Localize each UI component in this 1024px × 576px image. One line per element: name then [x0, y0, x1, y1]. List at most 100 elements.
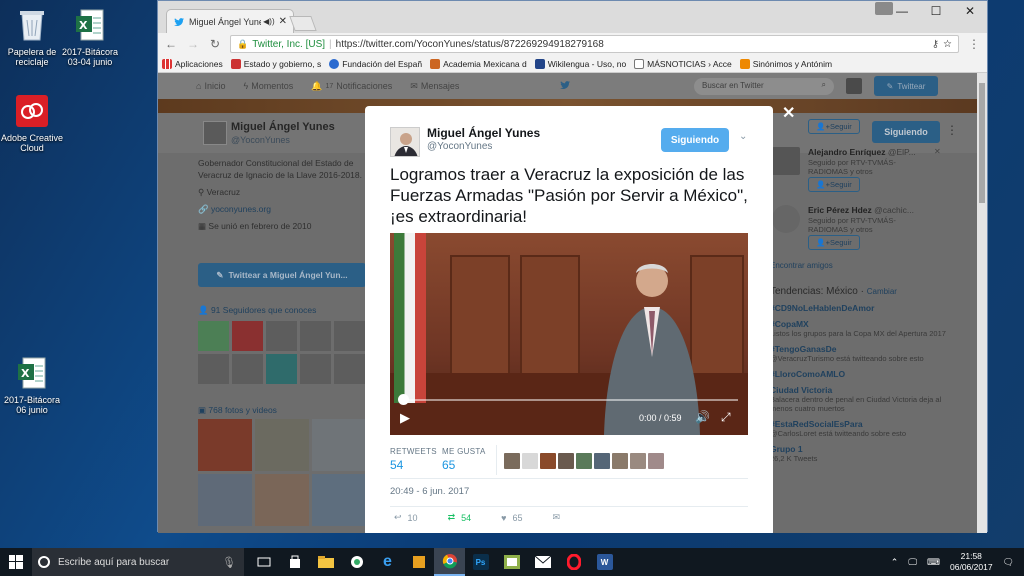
followers-you-know[interactable]: 👤 91 Seguidores que conoces	[198, 305, 316, 316]
follower-avatar[interactable]	[266, 354, 297, 384]
tweet-author-name[interactable]: Miguel Ángel Yunes	[427, 126, 540, 140]
profile-following-button[interactable]: Siguiendo	[872, 121, 940, 143]
follower-avatar[interactable]	[232, 354, 263, 384]
website-link[interactable]: yoconyunes.org	[211, 204, 271, 214]
mail-icon[interactable]	[527, 548, 558, 576]
suggestion-name[interactable]: Eric Pérez Hdez @cachic...	[808, 205, 914, 215]
desktop-icon-recycle-bin[interactable]: Papelera de reciclaje	[0, 6, 64, 67]
suggest-follow-button[interactable]: 👤+ Seguir	[808, 119, 860, 134]
twitter-logo-icon[interactable]	[558, 79, 572, 91]
file-explorer-icon[interactable]	[310, 548, 341, 576]
avatar[interactable]	[504, 453, 520, 469]
avatar[interactable]	[522, 453, 538, 469]
account-avatar[interactable]	[846, 78, 862, 94]
avatar[interactable]	[390, 127, 420, 157]
avatar[interactable]	[772, 205, 800, 233]
bookmark-item[interactable]: Wikilengua - Uso, no	[534, 58, 626, 69]
media-player-icon[interactable]	[403, 548, 434, 576]
maximize-icon[interactable]: ☐	[919, 1, 953, 21]
video-player[interactable]: ▶ 0:00 / 0:59 🔊 ⤢	[390, 233, 748, 435]
chevron-up-icon[interactable]: ⌃	[891, 557, 899, 568]
taskbar-search-input[interactable]: Escribe aquí para buscar 🎙	[32, 548, 244, 576]
address-bar[interactable]: 🔒 Twitter, Inc. [US] | https://twitter.c…	[230, 35, 959, 53]
media-thumbnail[interactable]	[198, 474, 252, 526]
store-icon[interactable]	[279, 548, 310, 576]
follower-avatar[interactable]	[300, 321, 331, 351]
bookmark-item[interactable]: MÁSNOTICIAS › Acce	[634, 58, 732, 69]
avatar[interactable]	[558, 453, 574, 469]
back-icon[interactable]: ←	[164, 37, 178, 51]
opera-icon[interactable]	[558, 548, 589, 576]
follower-avatar[interactable]	[334, 321, 365, 351]
task-view-icon[interactable]	[248, 548, 279, 576]
bookmark-item[interactable]: Estado y gobierno, s	[230, 58, 321, 69]
close-tab-icon[interactable]: ✕	[279, 16, 287, 27]
profile-handle[interactable]: @YoconYunes	[231, 135, 290, 145]
media-thumbnail[interactable]	[198, 419, 252, 471]
avatar[interactable]	[648, 453, 664, 469]
following-button[interactable]: Siguiendo	[661, 128, 729, 152]
follower-avatar[interactable]	[198, 354, 229, 384]
follower-avatar[interactable]	[232, 321, 263, 351]
minimize-icon[interactable]: —	[885, 1, 919, 21]
follower-avatar[interactable]	[300, 354, 331, 384]
notifications-icon[interactable]: 🗨	[1003, 557, 1014, 568]
close-window-icon[interactable]: ✕	[953, 1, 987, 21]
profile-website[interactable]: 🔗 yoconyunes.org	[198, 203, 368, 215]
twitter-search-input[interactable]: Buscar en Twitter ⌕	[694, 78, 834, 95]
new-tab-button[interactable]	[289, 16, 317, 31]
follower-avatar[interactable]	[334, 354, 365, 384]
media-thumbnail[interactable]	[312, 419, 366, 471]
key-icon[interactable]: ⚷	[932, 39, 939, 50]
follower-avatar[interactable]	[198, 321, 229, 351]
suggestion-name[interactable]: Alejandro Enríquez @ElP...	[808, 147, 916, 157]
more-options-icon[interactable]: ⋮	[946, 123, 958, 137]
direct-message-button[interactable]: ✉	[552, 512, 560, 523]
trend-item[interactable]: #CD9NoLeHablenDeAmor	[770, 303, 950, 313]
bookmark-star-icon[interactable]: ☆	[943, 39, 952, 50]
forward-icon[interactable]: →	[186, 37, 200, 51]
avatar[interactable]	[576, 453, 592, 469]
windows-start-icon[interactable]	[0, 548, 32, 576]
trends-change-link[interactable]: Cambiar	[867, 287, 897, 296]
desktop-icon-bitacora-03-04[interactable]: X 2017-Bitácora 03-04 junio	[58, 6, 122, 67]
nav-messages[interactable]: ✉ Mensajes	[410, 81, 459, 92]
retweet-button[interactable]: ⇄ 54	[448, 512, 472, 523]
nav-home[interactable]: ⌂ Inicio	[196, 81, 225, 91]
browser-tab[interactable]: Miguel Ángel Yunes e ◀)) ✕	[166, 9, 294, 33]
tweet-author-handle[interactable]: @YoconYunes	[427, 141, 492, 152]
browser-app-icon[interactable]	[341, 548, 372, 576]
video-progress-bar[interactable]	[400, 399, 738, 401]
reload-icon[interactable]: ↻	[208, 37, 222, 51]
play-icon[interactable]: ▶	[400, 410, 410, 426]
avatar[interactable]	[630, 453, 646, 469]
avatar[interactable]	[594, 453, 610, 469]
clock[interactable]: 21:58 06/06/2017	[950, 551, 993, 573]
find-friends-link[interactable]: Encontrar amigos	[770, 261, 950, 270]
image-viewer-icon[interactable]	[496, 548, 527, 576]
scrollbar-thumb[interactable]	[979, 83, 985, 203]
menu-icon[interactable]: ⋮	[967, 37, 981, 51]
desktop-icon-bitacora-06[interactable]: X 2017-Bitácora 06 junio	[0, 354, 64, 415]
trend-item[interactable]: #TengoGanasDe @VeracruzTurismo está twitt…	[770, 344, 950, 363]
tweet-to-button[interactable]: ✎ Twittear a Miguel Ángel Yun...	[198, 263, 366, 287]
likes-stat[interactable]: ME GUSTA 65	[442, 447, 486, 472]
trend-item[interactable]: #CopaMX Listos los grupos para la Copa MX…	[770, 319, 950, 338]
close-modal-icon[interactable]: ✕	[782, 103, 795, 123]
photos-videos-link[interactable]: ▣ 768 fotos y videos	[198, 405, 277, 416]
bookmark-item[interactable]: Sinónimos y Antónim	[739, 58, 832, 69]
media-thumbnail[interactable]	[312, 474, 366, 526]
chevron-down-icon[interactable]: ⌄	[739, 131, 747, 142]
trend-item[interactable]: Ciudad Victoria Balacera dentro de penal …	[770, 385, 950, 413]
media-thumbnail[interactable]	[255, 419, 309, 471]
reply-button[interactable]: ↩ 10	[394, 512, 418, 523]
fullscreen-icon[interactable]: ⤢	[721, 410, 731, 425]
page-scrollbar[interactable]	[977, 73, 987, 533]
avatar[interactable]	[203, 121, 227, 145]
follower-avatar[interactable]	[266, 321, 297, 351]
bookmark-item[interactable]: Fundación del Españ	[329, 58, 422, 69]
desktop-icon-adobe-cc[interactable]: Adobe Creative Cloud	[0, 92, 64, 153]
media-thumbnail[interactable]	[255, 474, 309, 526]
bookmark-apps[interactable]: Aplicaciones	[162, 58, 223, 69]
trend-item[interactable]: Grupo 1 26,2 K Tweets	[770, 444, 950, 463]
